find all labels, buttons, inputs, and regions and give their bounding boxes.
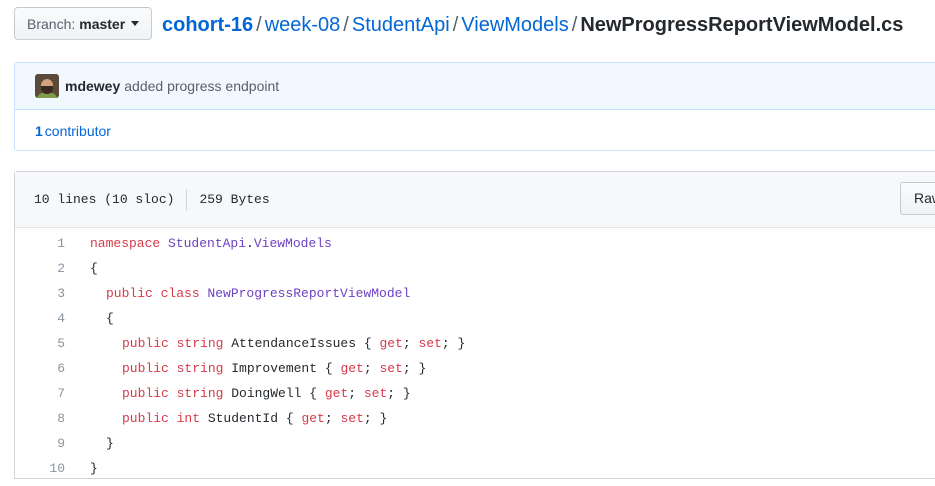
breadcrumb-current-file: NewProgressReportViewModel.cs — [580, 14, 904, 36]
divider — [186, 188, 188, 211]
breadcrumb-separator: / — [256, 14, 262, 36]
breadcrumb-link-folder[interactable]: ViewModels — [461, 14, 568, 36]
code-token: public string — [122, 336, 232, 351]
code-line: 3 public class NewProgressReportViewModel — [15, 281, 935, 306]
code-line: 5 public string AttendanceIssues { get; s… — [15, 331, 935, 356]
raw-button[interactable]: Raw — [900, 182, 935, 215]
line-number[interactable]: 5 — [15, 336, 90, 351]
line-number[interactable]: 4 — [15, 311, 90, 326]
breadcrumb-link-project[interactable]: StudentApi — [352, 14, 450, 36]
breadcrumb-separator: / — [452, 14, 459, 36]
breadcrumb-link-week[interactable]: week-08 — [265, 14, 341, 36]
code-token: . — [246, 236, 254, 251]
code-token: } — [90, 461, 98, 476]
code-token: StudentId { — [207, 411, 302, 426]
code-token: public int — [122, 411, 208, 426]
line-number[interactable]: 8 — [15, 411, 90, 426]
code-token: public string — [122, 386, 232, 401]
branch-name: master — [79, 15, 126, 32]
code-line: 4{ — [15, 306, 935, 331]
code-line: 8 public int StudentId { get; set; } — [15, 406, 935, 431]
contributors-label: contributor — [44, 123, 111, 139]
code-token: set — [340, 411, 364, 426]
code-text: { — [90, 261, 98, 276]
code-listing: 1 namespace StudentApi.ViewModels 2{3 publi… — [15, 228, 935, 481]
code-text: public string Improvement { get; set; } — [90, 361, 426, 376]
code-token: namespace — [90, 236, 169, 251]
code-text: } — [90, 436, 114, 451]
code-token: set — [418, 336, 442, 351]
line-number[interactable]: 2 — [15, 261, 90, 276]
file-viewer: 10 lines (10 sloc) 259 Bytes Raw 1namesp… — [14, 171, 935, 479]
commit-author-link[interactable]: mdewey — [65, 78, 120, 94]
line-number[interactable]: 7 — [15, 386, 90, 401]
code-token: AttendanceIssues { — [231, 336, 380, 351]
code-token: ; — [348, 386, 364, 401]
commit-summary: mdewey added progress endpoint — [15, 63, 935, 110]
contributors-link[interactable]: 1 contributor — [15, 110, 935, 152]
code-token: ; — [402, 336, 419, 351]
file-lines-info: 10 lines (10 sloc) — [34, 192, 175, 207]
breadcrumb-repo-link[interactable]: cohort-16 — [162, 14, 253, 36]
code-token: ; — [363, 361, 380, 376]
file-info-bar: 10 lines (10 sloc) 259 Bytes Raw — [15, 172, 935, 228]
line-number[interactable]: 3 — [15, 286, 90, 301]
code-token: ViewModels — [253, 236, 332, 251]
code-text: public string DoingWell { get; set; } — [90, 386, 411, 401]
line-number[interactable]: 10 — [15, 461, 90, 476]
contributors-count: 1 — [35, 123, 43, 139]
line-number[interactable]: 9 — [15, 436, 90, 451]
file-size: 259 Bytes — [199, 192, 270, 207]
code-token: } — [106, 436, 114, 451]
code-text: public string AttendanceIssues { get; se… — [90, 336, 465, 351]
code-token: ; } — [402, 361, 427, 376]
code-token: ; } — [363, 411, 388, 426]
breadcrumb-separator: / — [343, 14, 349, 36]
code-text: public class NewProgressReportViewModel — [90, 286, 410, 301]
line-number[interactable]: 1 — [15, 236, 90, 251]
code-token: public string — [122, 361, 232, 376]
code-token: get — [301, 411, 325, 426]
code-line: 2{ — [15, 256, 935, 281]
code-token: set — [379, 361, 403, 376]
commit-message-link[interactable]: added progress endpoint — [124, 78, 279, 94]
code-token: set — [363, 386, 388, 401]
breadcrumb-separator: / — [571, 14, 578, 36]
code-token: { — [90, 261, 98, 276]
latest-commit-box: mdewey added progress endpoint 1 contrib… — [14, 62, 935, 151]
code-line: 7 public string DoingWell { get; set; } — [15, 381, 935, 406]
code-token: ; } — [387, 386, 411, 401]
code-token: ; — [324, 411, 341, 426]
code-token: NewProgressReportViewModel — [207, 286, 411, 301]
breadcrumb: cohort-16/week-08/StudentApi / ViewModels /… — [162, 11, 903, 39]
code-line: 9} — [15, 431, 935, 456]
avatar[interactable] — [35, 74, 59, 98]
code-text: namespace StudentApi.ViewModels — [90, 236, 332, 251]
code-line: 1 namespace StudentApi.ViewModels — [15, 231, 935, 256]
code-text: { — [90, 311, 114, 326]
line-number[interactable]: 6 — [15, 361, 90, 376]
code-line: 10} — [15, 456, 935, 481]
branch-prefix-label: Branch: — [27, 15, 76, 32]
code-token: StudentApi — [168, 236, 247, 251]
code-token: public class — [106, 286, 208, 301]
code-token: get — [340, 361, 364, 376]
code-token: DoingWell { — [231, 386, 325, 401]
caret-down-icon — [131, 21, 140, 26]
code-token: get — [324, 386, 349, 401]
code-token: ; } — [441, 336, 466, 351]
code-token: get — [379, 336, 403, 351]
branch-select-button[interactable]: Branch: master — [14, 7, 153, 40]
code-text: } — [90, 461, 98, 476]
code-text: public int StudentId { get; set; } — [90, 411, 387, 426]
code-token: { — [106, 311, 114, 326]
code-token: Improvement { — [231, 361, 341, 376]
code-line: 6 public string Improvement { get; set; } — [15, 356, 935, 381]
